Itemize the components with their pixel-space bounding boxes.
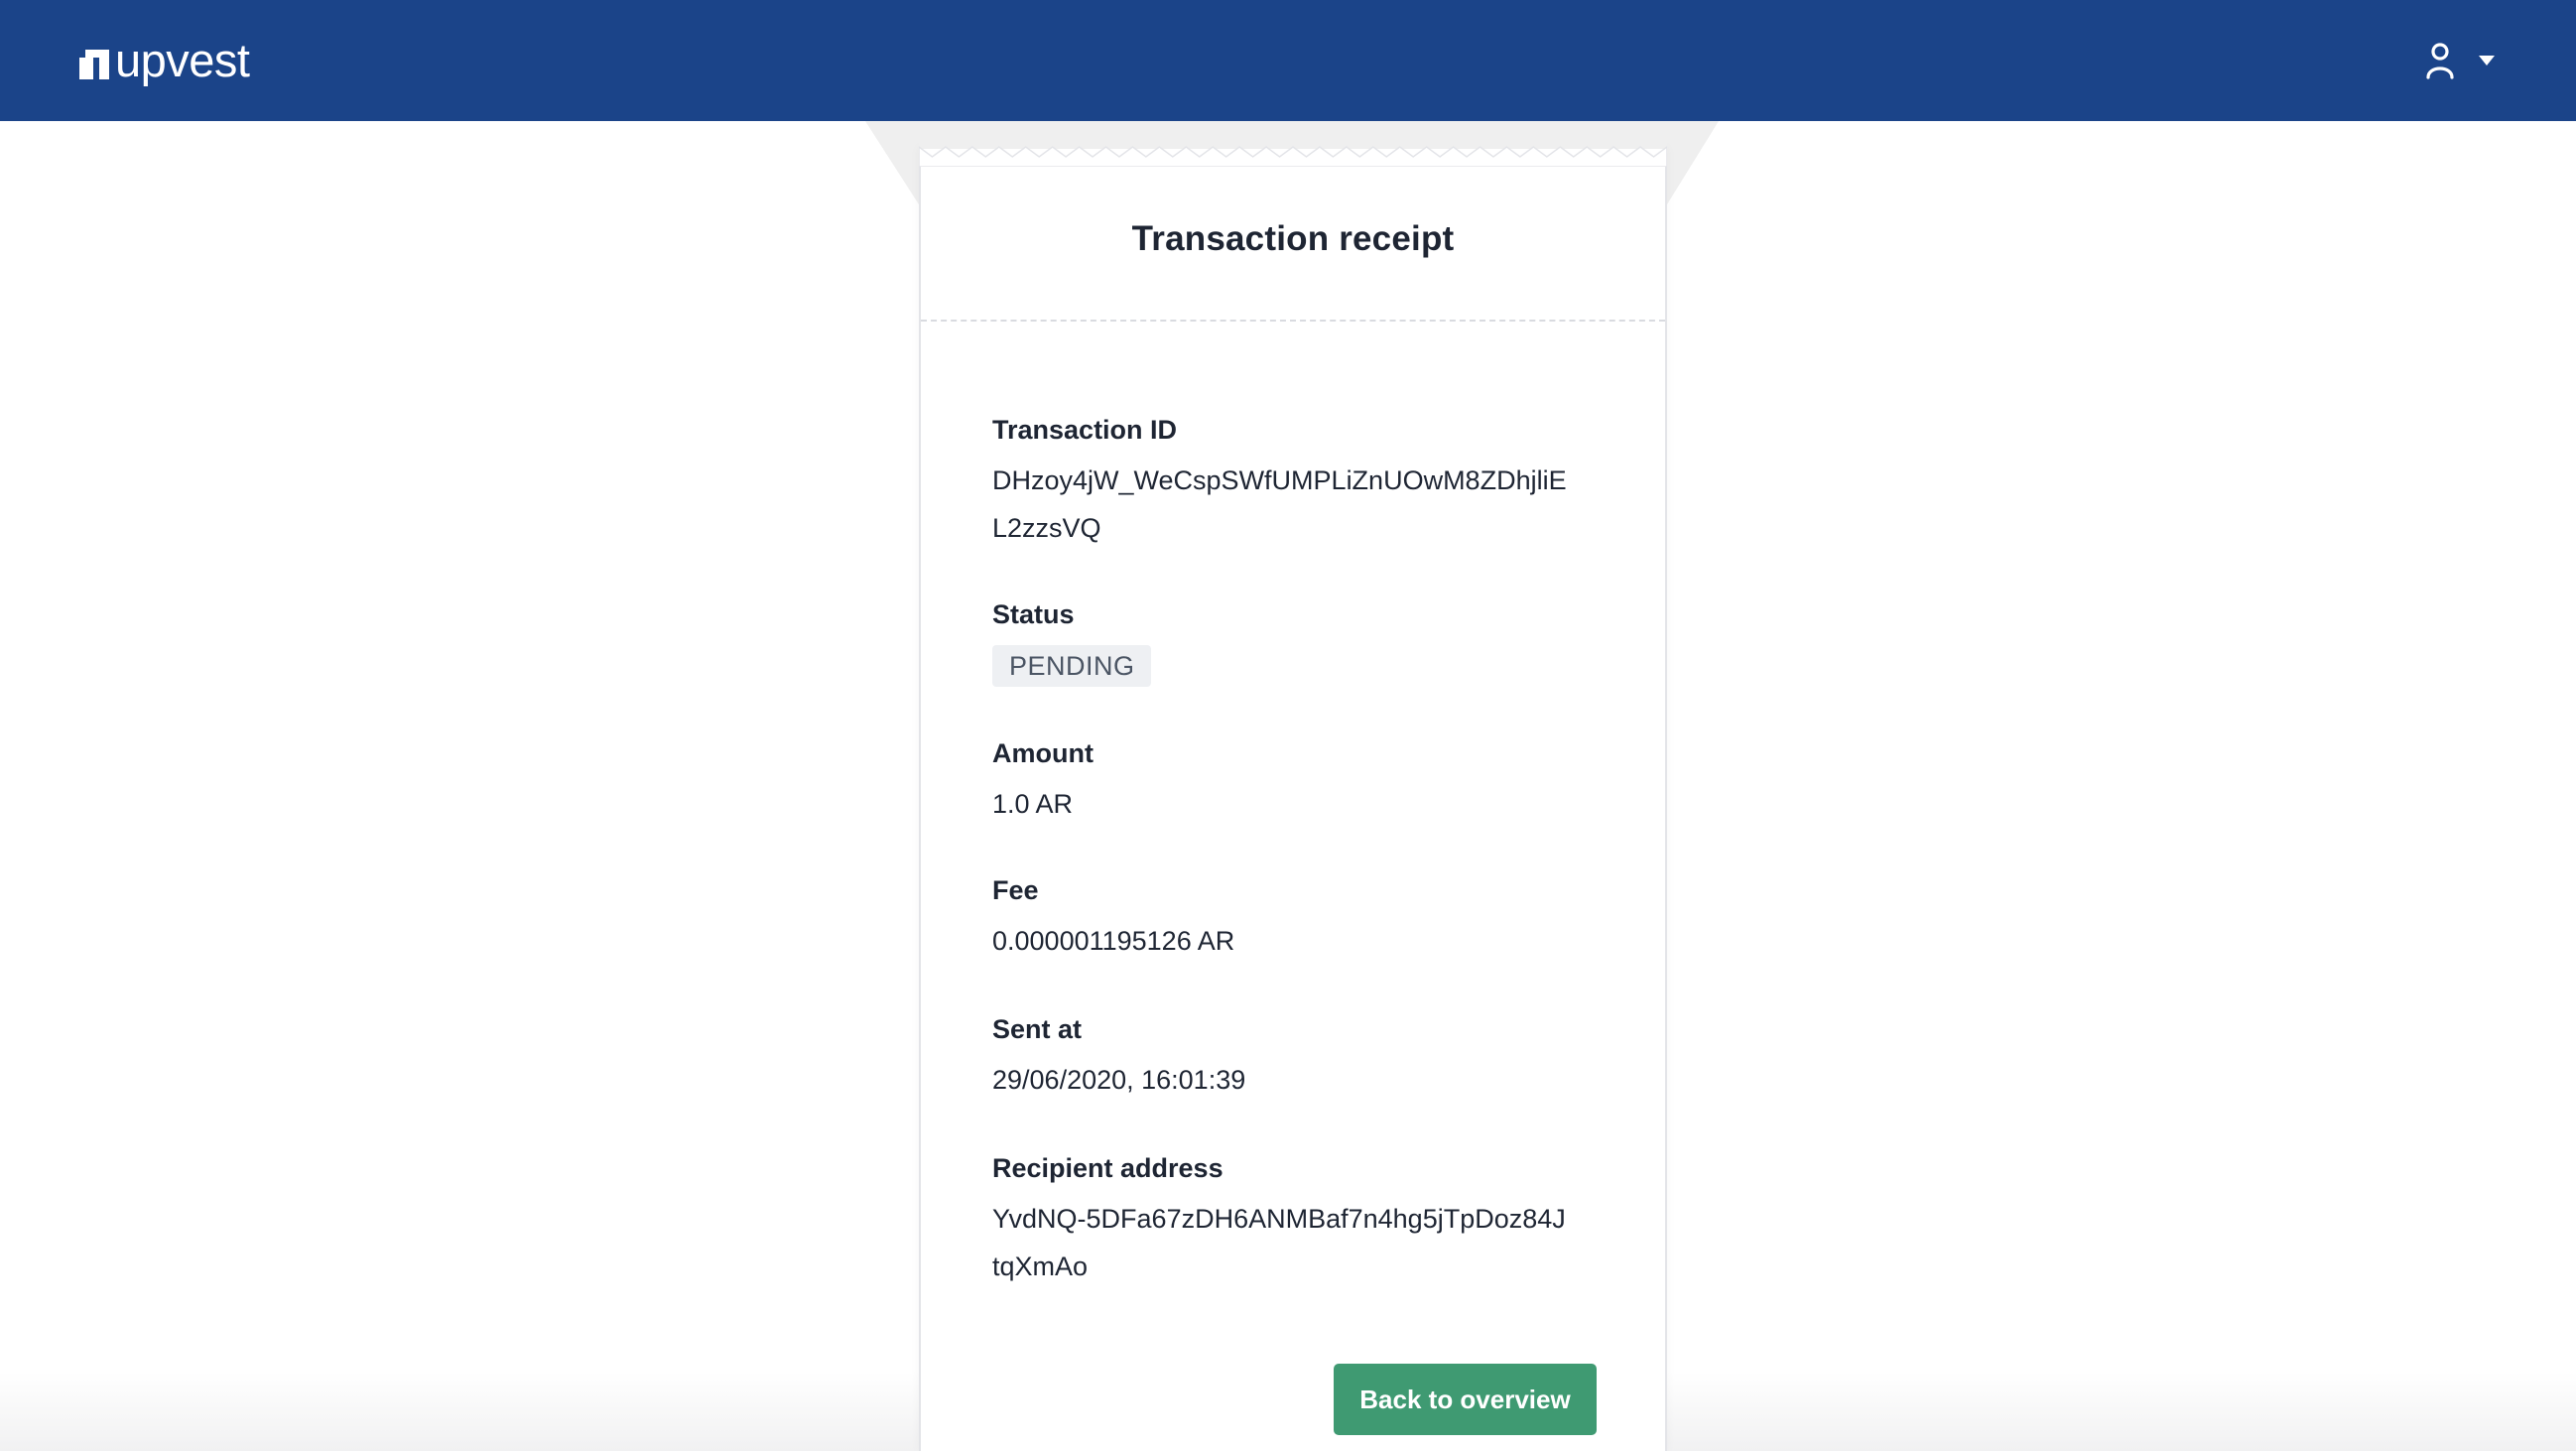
back-to-overview-button[interactable]: Back to overview (1334, 1364, 1597, 1435)
sent-at-label: Sent at (992, 1014, 1083, 1044)
status-badge: PENDING (992, 645, 1151, 687)
user-icon (2426, 43, 2454, 79)
user-menu-button[interactable] (2425, 38, 2495, 83)
receipt-title: Transaction receipt (1131, 219, 1455, 258)
receipt-header: Transaction receipt (921, 147, 1665, 322)
caret-down-icon (2479, 56, 2495, 66)
transaction-receipt-card: Transaction receipt Transaction ID DHzoy… (919, 147, 1667, 1451)
amount-value: 1.0 AR (992, 789, 1074, 819)
brand-name: upvest (115, 33, 250, 86)
recipient-address-value-line2: tqXmAo (992, 1252, 1089, 1281)
recipient-address-label: Recipient address (992, 1153, 1224, 1183)
upvest-logo-icon (79, 50, 109, 79)
amount-label: Amount (992, 738, 1094, 768)
transaction-id-label: Transaction ID (992, 415, 1178, 445)
status-label: Status (992, 599, 1075, 629)
transaction-id-value-line2: L2zzsVQ (992, 513, 1101, 543)
brand-logo[interactable]: upvest (79, 28, 250, 91)
recipient-address-value-line1: YvdNQ-5DFa67zDH6ANMBaf7n4hg5jTpDoz84J (992, 1204, 1566, 1234)
transaction-id-value-line1: DHzoy4jW_WeCspSWfUMPLiZnUOwM8ZDhjliE (992, 465, 1567, 495)
top-navigation-bar: upvest (0, 0, 2576, 121)
fee-value: 0.000001195126 AR (992, 926, 1235, 956)
fee-label: Fee (992, 875, 1039, 905)
receipt-zigzag-edge (919, 139, 1667, 167)
sent-at-value: 29/06/2020, 16:01:39 (992, 1065, 1246, 1095)
